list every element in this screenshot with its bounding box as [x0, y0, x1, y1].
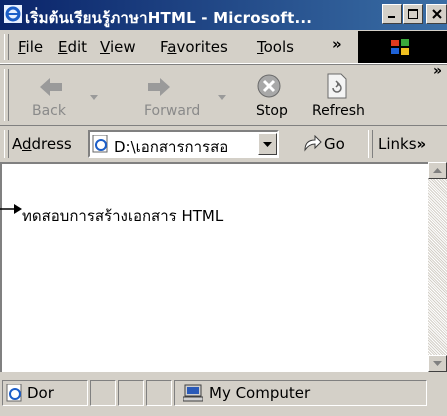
- close-button[interactable]: [426, 4, 447, 24]
- forward-dropdown-icon[interactable]: [218, 95, 226, 101]
- back-button[interactable]: Back: [20, 67, 82, 123]
- zone-label: My Computer: [209, 384, 311, 402]
- links-grip[interactable]: [368, 130, 373, 158]
- status-text: Dor: [27, 384, 54, 402]
- scroll-up-button[interactable]: [428, 162, 447, 179]
- close-icon: [431, 9, 442, 19]
- chevron-up-icon: [433, 168, 442, 173]
- forward-arrow-icon: [148, 78, 170, 96]
- vertical-scrollbar[interactable]: [428, 162, 447, 372]
- address-bar: Address D:\เอกสารการสอ Go Links»: [0, 125, 447, 162]
- maximize-icon: [408, 9, 418, 19]
- address-dropdown-button[interactable]: [258, 133, 277, 155]
- status-text-panel: Dor: [2, 380, 88, 406]
- ie-icon: [4, 5, 22, 23]
- stop-label: Stop: [256, 103, 288, 119]
- status-panel-3: [146, 380, 172, 406]
- standard-toolbar: Back Forward Stop Refresh »: [0, 63, 447, 126]
- menu-edit[interactable]: Edit: [58, 38, 87, 56]
- address-value: D:\เอกสารการสอ: [114, 138, 229, 156]
- address-input[interactable]: D:\เอกสารการสอ: [88, 130, 279, 158]
- annotation-arrow-icon: [0, 204, 22, 214]
- toolbar-grip[interactable]: [4, 69, 9, 121]
- back-dropdown-icon[interactable]: [90, 95, 98, 101]
- go-button[interactable]: Go: [300, 130, 362, 158]
- refresh-button[interactable]: Refresh: [302, 67, 378, 123]
- menu-tools[interactable]: Tools: [257, 38, 294, 56]
- status-bar: Dor My Computer: [0, 372, 447, 416]
- status-zone-panel: My Computer: [174, 380, 427, 406]
- refresh-label: Refresh: [312, 103, 365, 119]
- address-label: Address: [12, 135, 72, 153]
- status-panel-1: [90, 380, 116, 406]
- menu-favorites[interactable]: Favorites: [160, 38, 228, 56]
- page-icon: [92, 135, 108, 153]
- toolbar-overflow-chevron[interactable]: »: [433, 63, 442, 79]
- refresh-icon: [327, 73, 347, 99]
- back-label: Back: [32, 103, 66, 119]
- links-button[interactable]: Links»: [378, 135, 426, 153]
- window-title: เริ่มต้นเรียนรู้ภาษาHTML - Microsoft...: [25, 9, 313, 27]
- status-panel-2: [118, 380, 144, 406]
- minimize-button[interactable]: [382, 4, 402, 24]
- chevron-down-icon: [433, 361, 442, 366]
- back-arrow-icon: [40, 78, 62, 96]
- menu-view[interactable]: View: [100, 38, 136, 56]
- page-content: ทดสอบการสร้างเอกสาร HTML: [0, 162, 428, 372]
- go-arrow-icon: [304, 135, 322, 152]
- menu-bar: File Edit View Favorites Tools »: [0, 31, 447, 64]
- minimize-icon: [388, 16, 395, 18]
- page-text: ทดสอบการสร้างเอกสาร HTML: [22, 207, 224, 225]
- computer-icon: [183, 384, 203, 402]
- windows-logo-icon: [358, 31, 447, 63]
- forward-label: Forward: [144, 103, 201, 119]
- title-bar[interactable]: เริ่มต้นเรียนรู้ภาษาHTML - Microsoft...: [0, 0, 447, 30]
- menubar-grip[interactable]: [4, 34, 9, 60]
- forward-button[interactable]: Forward: [118, 67, 200, 123]
- menu-overflow-chevron[interactable]: »: [332, 35, 342, 53]
- browser-window: เริ่มต้นเรียนรู้ภาษาHTML - Microsoft... …: [0, 0, 447, 416]
- chevron-down-icon: [263, 142, 272, 147]
- scroll-down-button[interactable]: [428, 355, 447, 372]
- ie-page-icon: [6, 384, 22, 402]
- go-label: Go: [324, 135, 345, 153]
- stop-icon: [257, 74, 281, 98]
- stop-button[interactable]: Stop: [238, 67, 298, 123]
- addressbar-grip[interactable]: [4, 130, 9, 158]
- maximize-button[interactable]: [403, 4, 423, 24]
- menu-file[interactable]: File: [18, 38, 43, 56]
